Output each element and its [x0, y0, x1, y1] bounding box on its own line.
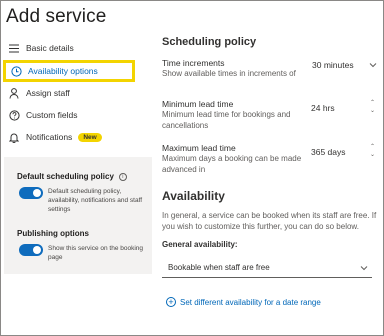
nav-item-label: Availability options	[28, 66, 98, 76]
chevron-down-icon	[360, 266, 368, 271]
max-lead-input[interactable]: 365 days ⌃ ⌄	[308, 142, 378, 162]
max-lead-value: 365 days	[311, 147, 346, 157]
publishing-toggle[interactable]	[19, 244, 43, 256]
info-icon[interactable]: i	[118, 172, 127, 181]
max-lead-label: Maximum lead time	[162, 143, 236, 153]
scheduling-policy-title: Scheduling policy	[162, 36, 257, 48]
spinner-arrows-icon[interactable]: ⌃ ⌄	[370, 143, 375, 159]
nav-item-label: Custom fields	[26, 110, 78, 120]
nav-item-availability-options[interactable]: Availability options	[3, 60, 135, 82]
time-increments-value: 30 minutes	[312, 60, 354, 70]
date-range-availability-link[interactable]: + Set different availability for a date …	[166, 297, 321, 307]
nav-item-label: Assign staff	[26, 88, 70, 98]
general-availability-value: Bookable when staff are free	[168, 263, 270, 272]
chevron-down-icon	[369, 63, 377, 68]
nav-item-notifications[interactable]: Notifications New	[8, 127, 102, 147]
spinner-arrows-icon[interactable]: ⌃ ⌄	[370, 99, 375, 115]
service-settings-panel: Default scheduling policy i Default sche…	[4, 157, 152, 274]
new-badge: New	[78, 132, 102, 142]
question-icon	[8, 109, 20, 121]
general-availability-select[interactable]: Bookable when staff are free	[162, 258, 372, 278]
clock-icon	[10, 65, 22, 77]
time-increments-select[interactable]: 30 minutes	[312, 56, 377, 74]
min-lead-value: 24 hrs	[311, 103, 335, 113]
max-lead-sub: Maximum days a booking can be made advan…	[162, 154, 302, 174]
person-icon	[8, 87, 20, 99]
general-availability-label: General availability:	[162, 240, 238, 249]
min-lead-sub: Minimum lead time for bookings and cance…	[162, 110, 291, 130]
nav-item-assign-staff[interactable]: Assign staff	[8, 83, 70, 103]
availability-title: Availability	[162, 189, 225, 203]
publishing-desc: Show this service on the booking page	[48, 245, 144, 261]
time-increments-sub: Show available times in increments of	[162, 69, 296, 78]
nav-item-custom-fields[interactable]: Custom fields	[8, 105, 78, 125]
default-policy-toggle[interactable]	[19, 187, 43, 199]
publishing-options-title: Publishing options	[17, 229, 89, 238]
list-icon	[8, 42, 20, 54]
bell-icon	[8, 131, 20, 143]
page-title: Add service	[6, 6, 107, 27]
min-lead-input[interactable]: 24 hrs ⌃ ⌄	[308, 98, 378, 118]
nav-item-label: Basic details	[26, 43, 74, 53]
time-increments-label: Time increments	[162, 58, 225, 68]
plus-circle-icon: +	[166, 297, 176, 307]
min-lead-label: Minimum lead time	[162, 99, 234, 109]
default-policy-title: Default scheduling policy i	[17, 172, 127, 181]
default-policy-desc: Default scheduling policy, availability,…	[48, 188, 143, 213]
nav-item-basic-details[interactable]: Basic details	[8, 38, 74, 58]
availability-text: In general, a service can be booked when…	[162, 211, 377, 231]
nav-item-label: Notifications	[26, 132, 73, 142]
link-label: Set different availability for a date ra…	[180, 297, 321, 307]
